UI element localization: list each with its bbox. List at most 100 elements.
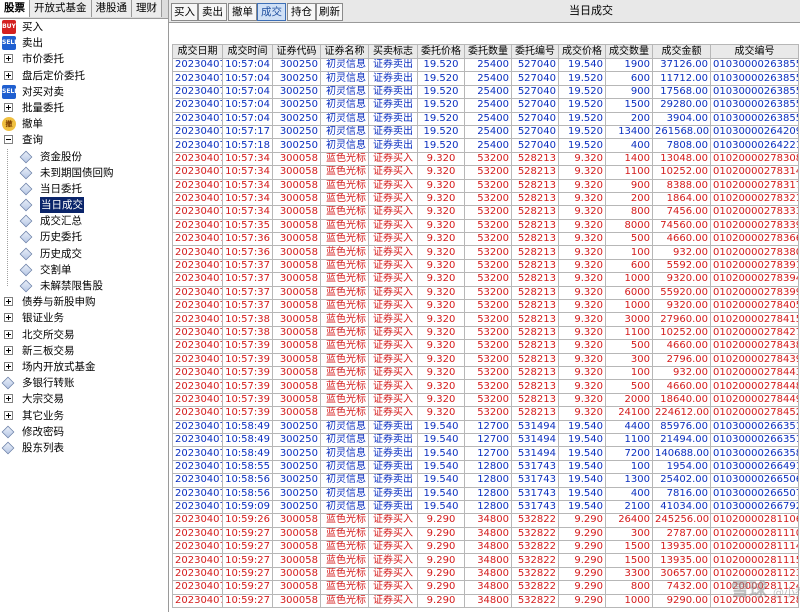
table-cell: 9.320 xyxy=(558,218,606,234)
column-header-8[interactable]: 成交价格 xyxy=(558,44,606,59)
table-row[interactable]: 20230407 10:58:56 300250 初灵信息 证券卖出 19.540 1280… xyxy=(172,473,799,488)
table-row[interactable]: 20230407 10:57:39 300058 蓝色光标 证券买入 9.320 53200… xyxy=(172,365,799,381)
table-row[interactable]: 20230407 10:57:39 300058 蓝色光标 证券买入 9.320 53200… xyxy=(172,352,799,367)
table-cell: 证券买入 xyxy=(368,299,418,314)
table-cell: 25400 xyxy=(464,57,512,73)
toolbar-button-0[interactable]: 买入 xyxy=(171,3,198,21)
table-row[interactable]: 20230407 10:57:36 300058 蓝色光标 证券买入 9.320 53200… xyxy=(172,245,799,260)
tree-item-12[interactable]: 成交汇总 xyxy=(0,213,168,229)
tree-item-25[interactable]: 修改密码 xyxy=(0,424,168,440)
toolbar-button-4[interactable]: 持仓 xyxy=(287,3,316,21)
table-cell: 9.290 xyxy=(417,580,465,595)
table-row[interactable]: 20230407 10:57:34 300058 蓝色光标 证券买入 9.320 53200… xyxy=(172,151,799,167)
column-header-2[interactable]: 证券代码 xyxy=(272,44,321,59)
tree-item-4[interactable]: SELL 对买对卖 xyxy=(0,84,168,100)
table-cell: 300250 xyxy=(272,111,321,126)
tree-item-8[interactable]: 资金股份 xyxy=(0,149,168,165)
table-row[interactable]: 20230407 10:57:37 300058 蓝色光标 证券买入 9.320 53200… xyxy=(172,258,799,274)
toolbar-button-5[interactable]: 刷新 xyxy=(316,3,343,21)
left-tab-0[interactable]: 股票 xyxy=(0,0,30,17)
tree-item-0[interactable]: BUY 买入 xyxy=(0,19,168,35)
toolbar-button-2[interactable]: 撤单 xyxy=(228,3,257,21)
left-tab-2[interactable]: 港股通 xyxy=(91,0,132,17)
tree-item-26[interactable]: 股东列表 xyxy=(0,440,168,456)
tree-item-6[interactable]: 撤撤单 xyxy=(0,116,168,132)
tree-item-13[interactable]: 历史委托 xyxy=(0,229,168,245)
table-row[interactable]: 20230407 10:57:17 300250 初灵信息 证券卖出 19.520 2540… xyxy=(172,124,799,140)
table-row[interactable]: 20230407 10:57:18 300250 初灵信息 证券卖出 19.520 2540… xyxy=(172,138,799,153)
table-row[interactable]: 20230407 10:57:04 300250 初灵信息 证券卖出 19.520 2540… xyxy=(172,111,799,126)
table-row[interactable]: 20230407 10:58:49 300250 初灵信息 证券卖出 19.540 1270… xyxy=(172,432,799,448)
table-cell: 0102000028110685 xyxy=(710,513,799,528)
table-row[interactable]: 20230407 10:57:39 300058 蓝色光标 证券买入 9.320 53200… xyxy=(172,379,799,394)
left-tab-1[interactable]: 开放式基金 xyxy=(30,0,92,17)
table-row[interactable]: 20230407 10:58:49 300250 初灵信息 证券卖出 19.540 1270… xyxy=(172,419,799,434)
tree-item-19[interactable]: 北交所交易 xyxy=(0,327,168,343)
tree-item-2[interactable]: 市价委托 xyxy=(0,51,168,67)
table-row[interactable]: 20230407 10:57:36 300058 蓝色光标 证券买入 9.320 53200… xyxy=(172,232,799,247)
tree-item-17[interactable]: 债券与新股申购 xyxy=(0,294,168,310)
table-row[interactable]: 20230407 10:57:38 300058 蓝色光标 证券买入 9.320 53200… xyxy=(172,325,799,341)
column-header-7[interactable]: 委托编号 xyxy=(511,44,559,59)
table-row[interactable]: 20230407 10:57:38 300058 蓝色光标 证券买入 9.320 53200… xyxy=(172,312,799,327)
tree-item-24[interactable]: 其它业务 xyxy=(0,408,168,424)
table-row[interactable]: 20230407 10:58:56 300250 初灵信息 证券卖出 19.540 1280… xyxy=(172,486,799,501)
table-row[interactable]: 20230407 10:57:39 300058 蓝色光标 证券买入 9.320 53200… xyxy=(172,406,799,421)
column-header-3[interactable]: 证券名称 xyxy=(320,44,369,59)
left-tab-3[interactable]: 理财 xyxy=(132,0,162,17)
column-header-11[interactable]: 成交编号 xyxy=(710,44,799,59)
tree-item-21[interactable]: 场内开放式基金 xyxy=(0,359,168,375)
toolbar-button-3[interactable]: 成交 xyxy=(257,3,286,21)
table-row[interactable]: 20230407 10:58:55 300250 初灵信息 证券卖出 19.540 1280… xyxy=(172,459,799,475)
tree-item-14[interactable]: 历史成交 xyxy=(0,246,168,262)
table-cell: 20230407 xyxy=(172,232,223,247)
tree-item-1[interactable]: SELL 卖出 xyxy=(0,35,168,51)
tree-item-7[interactable]: 查询 xyxy=(0,132,168,148)
table-row[interactable]: 20230407 10:59:27 300058 蓝色光标 证券买入 9.290 34800… xyxy=(172,593,799,609)
tree-item-23[interactable]: 大宗交易 xyxy=(0,391,168,407)
table-row[interactable]: 20230407 10:57:39 300058 蓝色光标 证券买入 9.320 53200… xyxy=(172,392,799,408)
tree-item-3[interactable]: 盘后定价委托 xyxy=(0,68,168,84)
table-row[interactable]: 20230407 10:57:37 300058 蓝色光标 证券买入 9.320 53200… xyxy=(172,285,799,301)
table-row[interactable]: 20230407 10:59:27 300058 蓝色光标 证券买入 9.290 34800… xyxy=(172,553,799,568)
tree-item-15[interactable]: 交割单 xyxy=(0,262,168,278)
tree-item-20[interactable]: 新三板交易 xyxy=(0,343,168,359)
table-row[interactable]: 20230407 10:58:49 300250 初灵信息 证券卖出 19.540 1270… xyxy=(172,446,799,461)
table-row[interactable]: 20230407 10:57:34 300058 蓝色光标 证券买入 9.320 53200… xyxy=(172,191,799,207)
column-header-0[interactable]: 成交日期 xyxy=(172,44,223,59)
table-row[interactable]: 20230407 10:57:04 300250 初灵信息 证券卖出 19.520 2540… xyxy=(172,71,799,86)
tree-item-11[interactable]: 当日成交 xyxy=(0,197,168,214)
tree-item-22[interactable]: 多银行转账 xyxy=(0,375,168,391)
column-header-6[interactable]: 委托数量 xyxy=(464,44,512,59)
table-row[interactable]: 20230407 10:57:37 300058 蓝色光标 证券买入 9.320 53200… xyxy=(172,272,799,287)
table-row[interactable]: 20230407 10:57:34 300058 蓝色光标 证券买入 9.320 53200… xyxy=(172,205,799,220)
table-row[interactable]: 20230407 10:59:26 300058 蓝色光标 证券买入 9.290 34800… xyxy=(172,513,799,528)
table-cell: 932.00 xyxy=(652,245,711,260)
table-row[interactable]: 20230407 10:59:27 300058 蓝色光标 证券买入 9.290 34800… xyxy=(172,566,799,582)
tree-item-16[interactable]: 未解禁限售股 xyxy=(0,278,168,294)
table-row[interactable]: 20230407 10:57:34 300058 蓝色光标 证券买入 9.320 53200… xyxy=(172,165,799,180)
column-header-9[interactable]: 成交数量 xyxy=(605,44,653,59)
table-row[interactable]: 20230407 10:57:04 300250 初灵信息 证券卖出 19.520 2540… xyxy=(172,98,799,113)
toolbar-button-1[interactable]: 卖出 xyxy=(198,3,227,21)
column-header-10[interactable]: 成交金额 xyxy=(652,44,711,59)
table-row[interactable]: 20230407 10:59:27 300058 蓝色光标 证券买入 9.290 34800… xyxy=(172,526,799,542)
column-header-1[interactable]: 成交时间 xyxy=(222,44,273,59)
tree-item-5[interactable]: 批量委托 xyxy=(0,100,168,116)
table-row[interactable]: 20230407 10:57:04 300250 初灵信息 证券卖出 19.520 2540… xyxy=(172,84,799,100)
table-cell: 20230407 xyxy=(172,406,223,421)
table-row[interactable]: 20230407 10:59:27 300058 蓝色光标 证券买入 9.290 34800… xyxy=(172,540,799,555)
table-row[interactable]: 20230407 10:57:04 300250 初灵信息 证券卖出 19.520 2540… xyxy=(172,57,799,73)
tree-item-9[interactable]: 未到期国债回购 xyxy=(0,165,168,181)
tree-item-18[interactable]: 银证业务 xyxy=(0,310,168,326)
table-row[interactable]: 20230407 10:57:35 300058 蓝色光标 证券买入 9.320 53200… xyxy=(172,218,799,234)
tree-item-10[interactable]: 当日委托 xyxy=(0,181,168,197)
table-row[interactable]: 20230407 10:57:34 300058 蓝色光标 证券买入 9.320 53200… xyxy=(172,178,799,193)
table-row[interactable]: 20230407 10:59:09 300250 初灵信息 证券卖出 19.540 1280… xyxy=(172,499,799,515)
table-row[interactable]: 20230407 10:57:39 300058 蓝色光标 证券买入 9.320 53200… xyxy=(172,339,799,354)
column-header-5[interactable]: 委托价格 xyxy=(417,44,465,59)
table-row[interactable]: 20230407 10:59:27 300058 蓝色光标 证券买入 9.290 34800… xyxy=(172,580,799,595)
table-row[interactable]: 20230407 10:57:37 300058 蓝色光标 证券买入 9.320 53200… xyxy=(172,299,799,314)
table-cell: 9.290 xyxy=(558,593,606,609)
column-header-4[interactable]: 买卖标志 xyxy=(368,44,418,59)
